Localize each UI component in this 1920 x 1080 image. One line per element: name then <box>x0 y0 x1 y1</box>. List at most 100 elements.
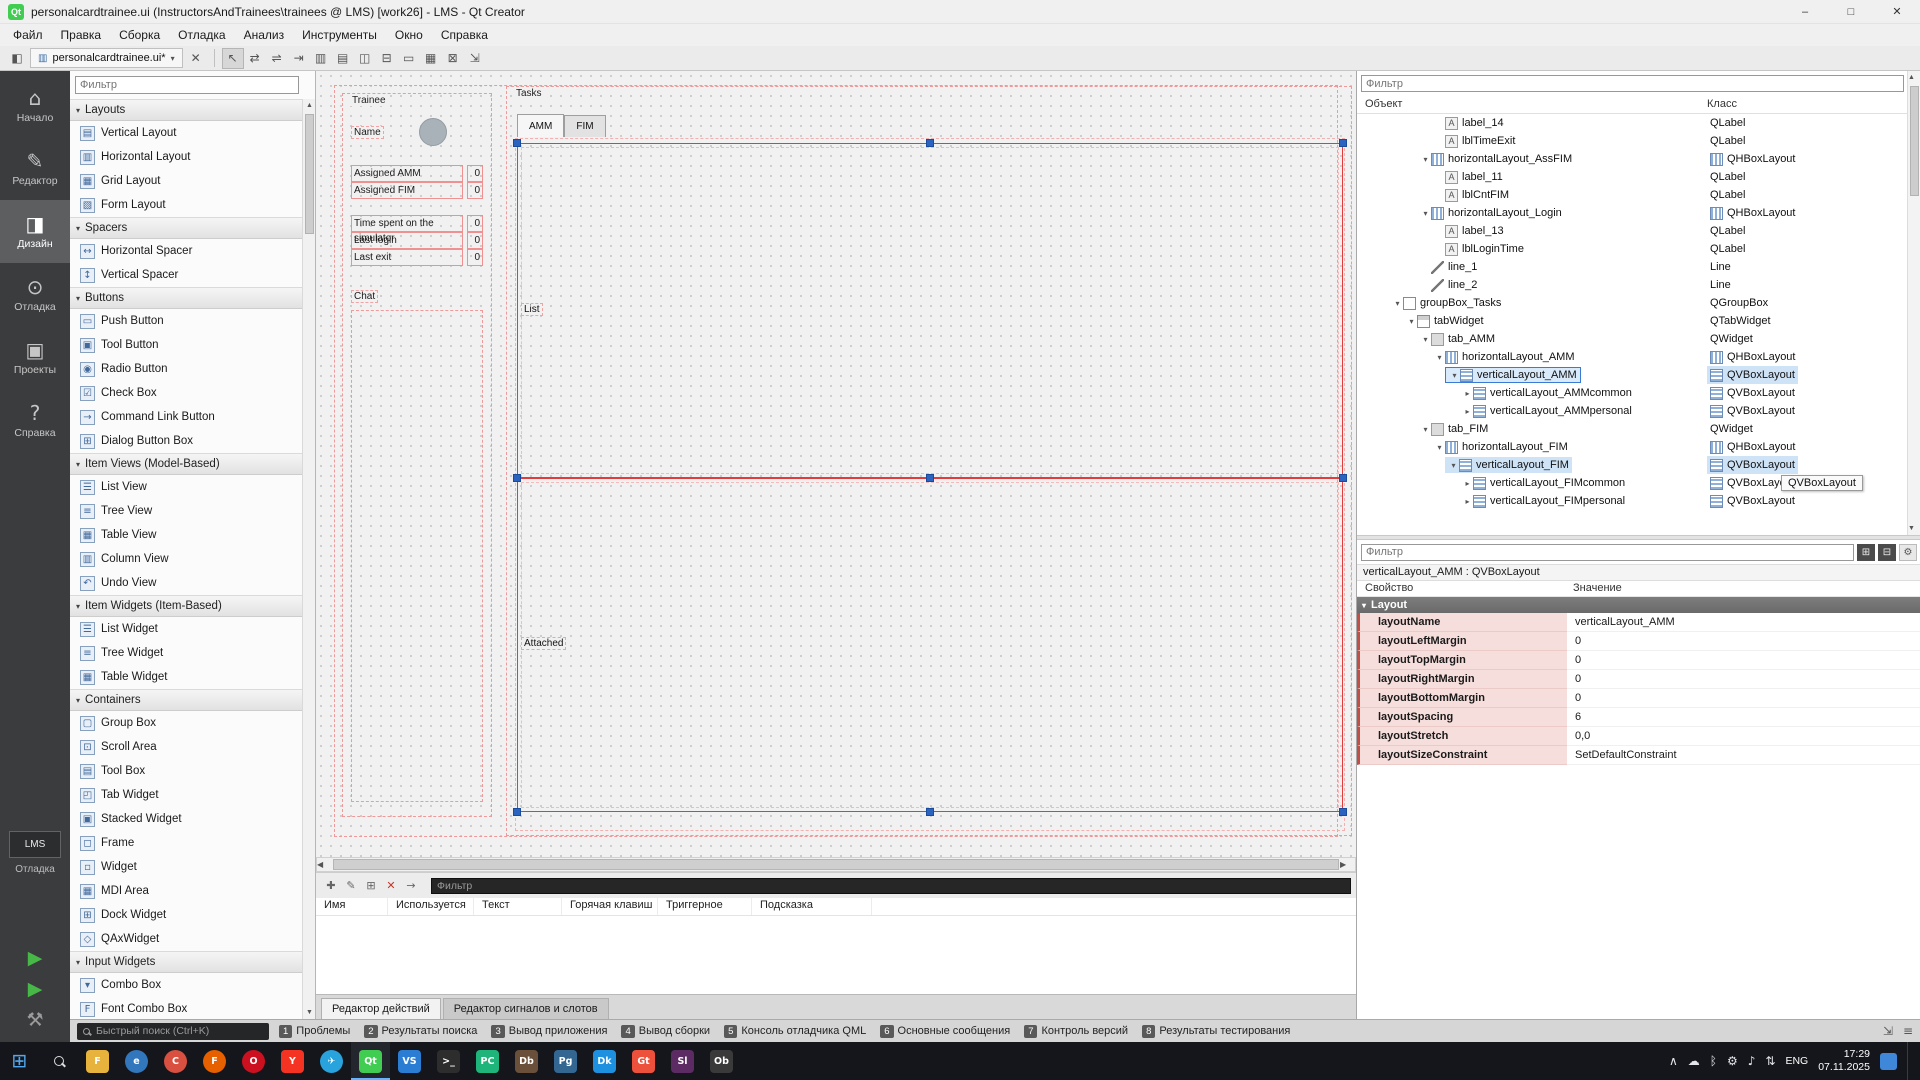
collapse-icon[interactable]: ▾ <box>1434 443 1445 452</box>
property-value[interactable]: 0 <box>1567 632 1920 651</box>
collapse-icon[interactable]: ▾ <box>1420 425 1431 434</box>
widget-box-scrollbar[interactable]: ▲ ▼ <box>302 99 315 1019</box>
widget-item[interactable]: ▾Combo Box <box>70 973 302 997</box>
property-value[interactable]: 0 <box>1567 670 1920 689</box>
object-row[interactable]: Alabel_13QLabel <box>1357 222 1908 240</box>
widget-item[interactable]: ▦MDI Area <box>70 879 302 903</box>
collapse-icon[interactable]: ▾ <box>1420 335 1431 344</box>
object-row[interactable]: Alabel_11QLabel <box>1357 168 1908 186</box>
selection-handle[interactable] <box>513 474 521 482</box>
dbeaver-icon[interactable]: Db <box>507 1042 546 1080</box>
mode-edit[interactable]: ✎Редактор <box>0 137 70 200</box>
field-label[interactable]: Assigned FIM <box>351 182 463 199</box>
selection-handle[interactable] <box>926 139 934 147</box>
widget-item[interactable]: ▦Table Widget <box>70 665 302 689</box>
action-column-header[interactable]: Горячая клавиш <box>562 898 658 915</box>
widget-item[interactable]: ↶Undo View <box>70 571 302 595</box>
widget-item[interactable]: ▥Horizontal Layout <box>70 145 302 169</box>
widget-item[interactable]: ≡Tree View <box>70 499 302 523</box>
selection-handle[interactable] <box>926 808 934 816</box>
edit-action-icon[interactable]: ✎ <box>341 877 361 895</box>
collapse-icon[interactable]: ▾ <box>1449 371 1460 380</box>
field-label[interactable]: Assigned AMM <box>351 165 463 182</box>
widget-category[interactable]: ▾Buttons <box>70 287 302 309</box>
avatar-placeholder[interactable] <box>419 118 447 146</box>
widget-item[interactable]: FFont Combo Box <box>70 997 302 1019</box>
postgres-icon[interactable]: Pg <box>546 1042 585 1080</box>
object-row[interactable]: ▾verticalLayout_AMMQVBoxLayout <box>1357 366 1908 384</box>
menu-item[interactable]: Окно <box>386 28 432 42</box>
output-pane-5[interactable]: 5Консоль отладчика QML <box>724 1025 866 1038</box>
output-pane-2[interactable]: 2Результаты поиска <box>364 1025 477 1038</box>
menu-item[interactable]: Инструменты <box>293 28 386 42</box>
cloud-icon[interactable]: ☁ <box>1688 1054 1700 1068</box>
property-value[interactable]: 0,0 <box>1567 727 1920 746</box>
start-button[interactable]: ⊞ <box>0 1042 39 1080</box>
widget-item[interactable]: ▢Group Box <box>70 711 302 735</box>
output-pane-6[interactable]: 6Основные сообщения <box>880 1025 1010 1038</box>
widget-item[interactable]: →Command Link Button <box>70 405 302 429</box>
widget-item[interactable]: ▭Push Button <box>70 309 302 333</box>
widget-filter-input[interactable] <box>75 76 299 94</box>
tab-amm[interactable]: AMM <box>517 114 564 137</box>
property-value[interactable]: 0 <box>1567 689 1920 708</box>
selected-layout-region[interactable] <box>517 143 1343 478</box>
document-dropdown-icon[interactable]: ▾ <box>171 54 175 63</box>
property-value[interactable]: SetDefaultConstraint <box>1567 746 1920 765</box>
object-row[interactable]: ▾horizontalLayout_LoginQHBoxLayout <box>1357 204 1908 222</box>
expand-all-icon[interactable]: ⊞ <box>1857 544 1875 561</box>
scroll-up-icon[interactable]: ▲ <box>303 99 316 112</box>
menu-item[interactable]: Файл <box>4 28 52 42</box>
run-button[interactable]: ▶ <box>28 947 43 969</box>
edit-tab-order-icon[interactable]: ⇥ <box>288 48 310 69</box>
sidebar-toggle-icon[interactable]: ◧ <box>6 48 28 69</box>
object-row[interactable]: ▾verticalLayout_FIMQVBoxLayout <box>1357 456 1908 474</box>
slack-icon[interactable]: Sl <box>663 1042 702 1080</box>
expand-icon[interactable]: ▸ <box>1462 407 1473 416</box>
docker-icon[interactable]: Dk <box>585 1042 624 1080</box>
layout-form-icon[interactable]: ▭ <box>398 48 420 69</box>
widget-category[interactable]: ▾Spacers <box>70 217 302 239</box>
object-row[interactable]: ▸verticalLayout_FIMpersonalQVBoxLayout <box>1357 492 1908 510</box>
property-value[interactable]: 0 <box>1567 651 1920 670</box>
bottom-tab[interactable]: Редактор действий <box>321 998 441 1019</box>
scrollbar-thumb[interactable] <box>305 114 314 234</box>
object-row[interactable]: Alabel_14QLabel <box>1357 114 1908 132</box>
tray-settings-icon[interactable]: ⚙ <box>1727 1054 1738 1068</box>
object-row[interactable]: ▸verticalLayout_AMMcommonQVBoxLayout <box>1357 384 1908 402</box>
property-row[interactable]: layoutSizeConstraintSetDefaultConstraint <box>1357 746 1920 765</box>
field-value[interactable]: 0 <box>467 249 483 266</box>
object-row[interactable]: ▸verticalLayout_AMMpersonalQVBoxLayout <box>1357 402 1908 420</box>
build-button[interactable]: ⚒ <box>26 1009 43 1031</box>
scroll-right-icon[interactable]: ▶ <box>1340 858 1355 871</box>
layout-horizontally-icon[interactable]: ▥ <box>310 48 332 69</box>
widget-item[interactable]: ▣Tool Button <box>70 333 302 357</box>
qtcreator-icon[interactable]: Qt <box>351 1042 390 1080</box>
property-value[interactable]: verticalLayout_AMM <box>1567 613 1920 632</box>
collapse-all-icon[interactable]: ⊟ <box>1878 544 1896 561</box>
widget-item[interactable]: ▫Widget <box>70 855 302 879</box>
menu-item[interactable]: Справка <box>432 28 497 42</box>
widget-item[interactable]: ▦Grid Layout <box>70 169 302 193</box>
tab-fim[interactable]: FIM <box>564 115 605 137</box>
scroll-down-icon[interactable]: ▼ <box>303 1006 316 1019</box>
selection-handle[interactable] <box>513 808 521 816</box>
widget-item[interactable]: ⊞Dialog Button Box <box>70 429 302 453</box>
tasks-groupbox[interactable]: Tasks AMMFIM ListAttached <box>506 86 1352 836</box>
selection-handle[interactable] <box>926 474 934 482</box>
action-column-header[interactable]: Подсказка <box>752 898 872 915</box>
widget-item[interactable]: ⊞Dock Widget <box>70 903 302 927</box>
copy-action-icon[interactable]: ⊞ <box>361 877 381 895</box>
widget-item[interactable]: ◇QAxWidget <box>70 927 302 951</box>
obs-icon[interactable]: Ob <box>702 1042 741 1080</box>
widget-item[interactable]: ⊡Scroll Area <box>70 735 302 759</box>
telegram-icon[interactable]: ✈ <box>312 1042 351 1080</box>
widget-item[interactable]: ▧Form Layout <box>70 193 302 217</box>
mode-welcome[interactable]: ⌂Начало <box>0 74 70 137</box>
property-filter-input[interactable] <box>1361 544 1854 561</box>
pycharm-icon[interactable]: PC <box>468 1042 507 1080</box>
terminal-icon[interactable]: >_ <box>429 1042 468 1080</box>
object-tree-scrollbar[interactable]: ▲ ▼ <box>1907 71 1920 535</box>
chat-label[interactable]: Chat <box>351 290 378 303</box>
collapse-icon[interactable]: ▾ <box>1434 353 1445 362</box>
